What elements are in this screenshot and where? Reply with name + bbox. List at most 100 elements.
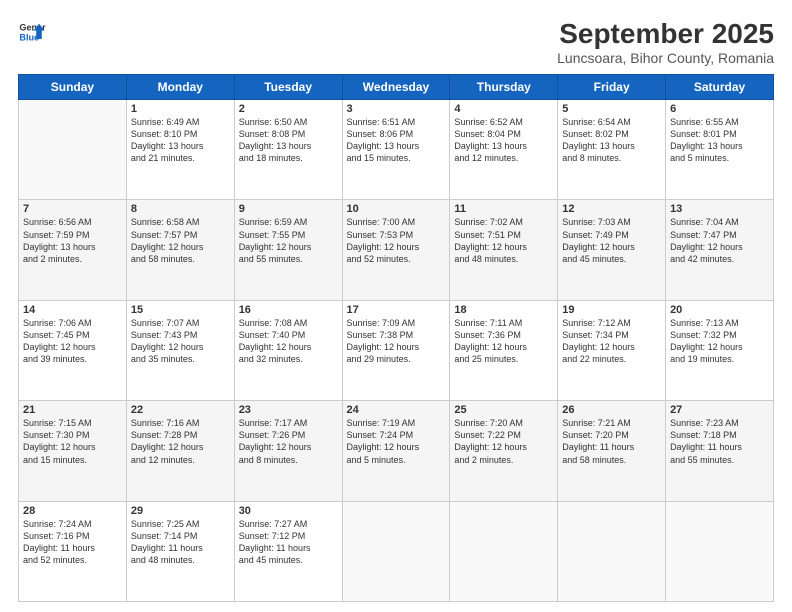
- calendar-cell: 9Sunrise: 6:59 AM Sunset: 7:55 PM Daylig…: [234, 200, 342, 300]
- calendar-cell: 19Sunrise: 7:12 AM Sunset: 7:34 PM Dayli…: [558, 300, 666, 400]
- calendar-week-3: 14Sunrise: 7:06 AM Sunset: 7:45 PM Dayli…: [19, 300, 774, 400]
- calendar-cell: 30Sunrise: 7:27 AM Sunset: 7:12 PM Dayli…: [234, 501, 342, 601]
- day-info: Sunrise: 7:20 AM Sunset: 7:22 PM Dayligh…: [454, 417, 553, 466]
- calendar-cell: 7Sunrise: 6:56 AM Sunset: 7:59 PM Daylig…: [19, 200, 127, 300]
- day-info: Sunrise: 6:56 AM Sunset: 7:59 PM Dayligh…: [23, 216, 122, 265]
- day-number: 11: [454, 203, 553, 215]
- day-info: Sunrise: 7:23 AM Sunset: 7:18 PM Dayligh…: [670, 417, 769, 466]
- day-info: Sunrise: 7:08 AM Sunset: 7:40 PM Dayligh…: [239, 317, 338, 366]
- day-info: Sunrise: 6:49 AM Sunset: 8:10 PM Dayligh…: [131, 116, 230, 165]
- day-number: 19: [562, 304, 661, 316]
- calendar-week-1: 1Sunrise: 6:49 AM Sunset: 8:10 PM Daylig…: [19, 100, 774, 200]
- day-number: 12: [562, 203, 661, 215]
- svg-text:Blue: Blue: [19, 32, 39, 42]
- day-header-tuesday: Tuesday: [234, 75, 342, 100]
- day-info: Sunrise: 7:17 AM Sunset: 7:26 PM Dayligh…: [239, 417, 338, 466]
- header: General Blue September 2025 Luncsoara, B…: [18, 18, 774, 66]
- title-block: September 2025 Luncsoara, Bihor County, …: [557, 18, 774, 66]
- day-number: 27: [670, 404, 769, 416]
- day-info: Sunrise: 6:59 AM Sunset: 7:55 PM Dayligh…: [239, 216, 338, 265]
- day-info: Sunrise: 7:11 AM Sunset: 7:36 PM Dayligh…: [454, 317, 553, 366]
- calendar-cell: [450, 501, 558, 601]
- day-info: Sunrise: 7:24 AM Sunset: 7:16 PM Dayligh…: [23, 518, 122, 567]
- calendar-cell: 27Sunrise: 7:23 AM Sunset: 7:18 PM Dayli…: [666, 401, 774, 501]
- day-number: 24: [347, 404, 446, 416]
- calendar-cell: [558, 501, 666, 601]
- day-header-sunday: Sunday: [19, 75, 127, 100]
- logo-icon: General Blue: [18, 18, 46, 46]
- day-number: 4: [454, 103, 553, 115]
- day-header-friday: Friday: [558, 75, 666, 100]
- day-info: Sunrise: 6:52 AM Sunset: 8:04 PM Dayligh…: [454, 116, 553, 165]
- day-number: 17: [347, 304, 446, 316]
- day-number: 1: [131, 103, 230, 115]
- day-info: Sunrise: 7:25 AM Sunset: 7:14 PM Dayligh…: [131, 518, 230, 567]
- day-info: Sunrise: 7:06 AM Sunset: 7:45 PM Dayligh…: [23, 317, 122, 366]
- day-number: 8: [131, 203, 230, 215]
- day-number: 26: [562, 404, 661, 416]
- calendar-cell: 2Sunrise: 6:50 AM Sunset: 8:08 PM Daylig…: [234, 100, 342, 200]
- day-info: Sunrise: 7:16 AM Sunset: 7:28 PM Dayligh…: [131, 417, 230, 466]
- calendar-cell: 28Sunrise: 7:24 AM Sunset: 7:16 PM Dayli…: [19, 501, 127, 601]
- calendar-cell: 20Sunrise: 7:13 AM Sunset: 7:32 PM Dayli…: [666, 300, 774, 400]
- calendar-cell: [19, 100, 127, 200]
- calendar-cell: 13Sunrise: 7:04 AM Sunset: 7:47 PM Dayli…: [666, 200, 774, 300]
- day-info: Sunrise: 7:02 AM Sunset: 7:51 PM Dayligh…: [454, 216, 553, 265]
- calendar-cell: 26Sunrise: 7:21 AM Sunset: 7:20 PM Dayli…: [558, 401, 666, 501]
- day-number: 2: [239, 103, 338, 115]
- day-number: 13: [670, 203, 769, 215]
- day-number: 25: [454, 404, 553, 416]
- day-info: Sunrise: 7:00 AM Sunset: 7:53 PM Dayligh…: [347, 216, 446, 265]
- day-number: 29: [131, 505, 230, 517]
- day-info: Sunrise: 6:50 AM Sunset: 8:08 PM Dayligh…: [239, 116, 338, 165]
- location-subtitle: Luncsoara, Bihor County, Romania: [557, 50, 774, 66]
- day-info: Sunrise: 7:07 AM Sunset: 7:43 PM Dayligh…: [131, 317, 230, 366]
- day-info: Sunrise: 6:55 AM Sunset: 8:01 PM Dayligh…: [670, 116, 769, 165]
- calendar-cell: 12Sunrise: 7:03 AM Sunset: 7:49 PM Dayli…: [558, 200, 666, 300]
- calendar-week-5: 28Sunrise: 7:24 AM Sunset: 7:16 PM Dayli…: [19, 501, 774, 601]
- day-header-saturday: Saturday: [666, 75, 774, 100]
- calendar-cell: 11Sunrise: 7:02 AM Sunset: 7:51 PM Dayli…: [450, 200, 558, 300]
- calendar-cell: 17Sunrise: 7:09 AM Sunset: 7:38 PM Dayli…: [342, 300, 450, 400]
- calendar-cell: 16Sunrise: 7:08 AM Sunset: 7:40 PM Dayli…: [234, 300, 342, 400]
- calendar-cell: 29Sunrise: 7:25 AM Sunset: 7:14 PM Dayli…: [126, 501, 234, 601]
- calendar-cell: 3Sunrise: 6:51 AM Sunset: 8:06 PM Daylig…: [342, 100, 450, 200]
- day-header-wednesday: Wednesday: [342, 75, 450, 100]
- calendar-cell: 4Sunrise: 6:52 AM Sunset: 8:04 PM Daylig…: [450, 100, 558, 200]
- day-number: 6: [670, 103, 769, 115]
- day-number: 14: [23, 304, 122, 316]
- day-info: Sunrise: 7:04 AM Sunset: 7:47 PM Dayligh…: [670, 216, 769, 265]
- days-header-row: SundayMondayTuesdayWednesdayThursdayFrid…: [19, 75, 774, 100]
- day-number: 9: [239, 203, 338, 215]
- calendar-cell: 5Sunrise: 6:54 AM Sunset: 8:02 PM Daylig…: [558, 100, 666, 200]
- calendar-cell: 1Sunrise: 6:49 AM Sunset: 8:10 PM Daylig…: [126, 100, 234, 200]
- day-number: 18: [454, 304, 553, 316]
- day-number: 22: [131, 404, 230, 416]
- calendar-cell: 6Sunrise: 6:55 AM Sunset: 8:01 PM Daylig…: [666, 100, 774, 200]
- day-number: 10: [347, 203, 446, 215]
- day-number: 7: [23, 203, 122, 215]
- page: General Blue September 2025 Luncsoara, B…: [0, 0, 792, 612]
- calendar-cell: [342, 501, 450, 601]
- day-info: Sunrise: 7:03 AM Sunset: 7:49 PM Dayligh…: [562, 216, 661, 265]
- day-header-monday: Monday: [126, 75, 234, 100]
- day-number: 30: [239, 505, 338, 517]
- day-number: 28: [23, 505, 122, 517]
- calendar-cell: 10Sunrise: 7:00 AM Sunset: 7:53 PM Dayli…: [342, 200, 450, 300]
- calendar-week-4: 21Sunrise: 7:15 AM Sunset: 7:30 PM Dayli…: [19, 401, 774, 501]
- calendar-cell: [666, 501, 774, 601]
- day-number: 23: [239, 404, 338, 416]
- calendar-table: SundayMondayTuesdayWednesdayThursdayFrid…: [18, 74, 774, 602]
- calendar-cell: 15Sunrise: 7:07 AM Sunset: 7:43 PM Dayli…: [126, 300, 234, 400]
- calendar-cell: 22Sunrise: 7:16 AM Sunset: 7:28 PM Dayli…: [126, 401, 234, 501]
- month-title: September 2025: [557, 18, 774, 50]
- day-info: Sunrise: 6:51 AM Sunset: 8:06 PM Dayligh…: [347, 116, 446, 165]
- day-number: 16: [239, 304, 338, 316]
- day-number: 20: [670, 304, 769, 316]
- day-number: 3: [347, 103, 446, 115]
- day-info: Sunrise: 7:21 AM Sunset: 7:20 PM Dayligh…: [562, 417, 661, 466]
- calendar-cell: 25Sunrise: 7:20 AM Sunset: 7:22 PM Dayli…: [450, 401, 558, 501]
- calendar-cell: 18Sunrise: 7:11 AM Sunset: 7:36 PM Dayli…: [450, 300, 558, 400]
- calendar-cell: 21Sunrise: 7:15 AM Sunset: 7:30 PM Dayli…: [19, 401, 127, 501]
- calendar-week-2: 7Sunrise: 6:56 AM Sunset: 7:59 PM Daylig…: [19, 200, 774, 300]
